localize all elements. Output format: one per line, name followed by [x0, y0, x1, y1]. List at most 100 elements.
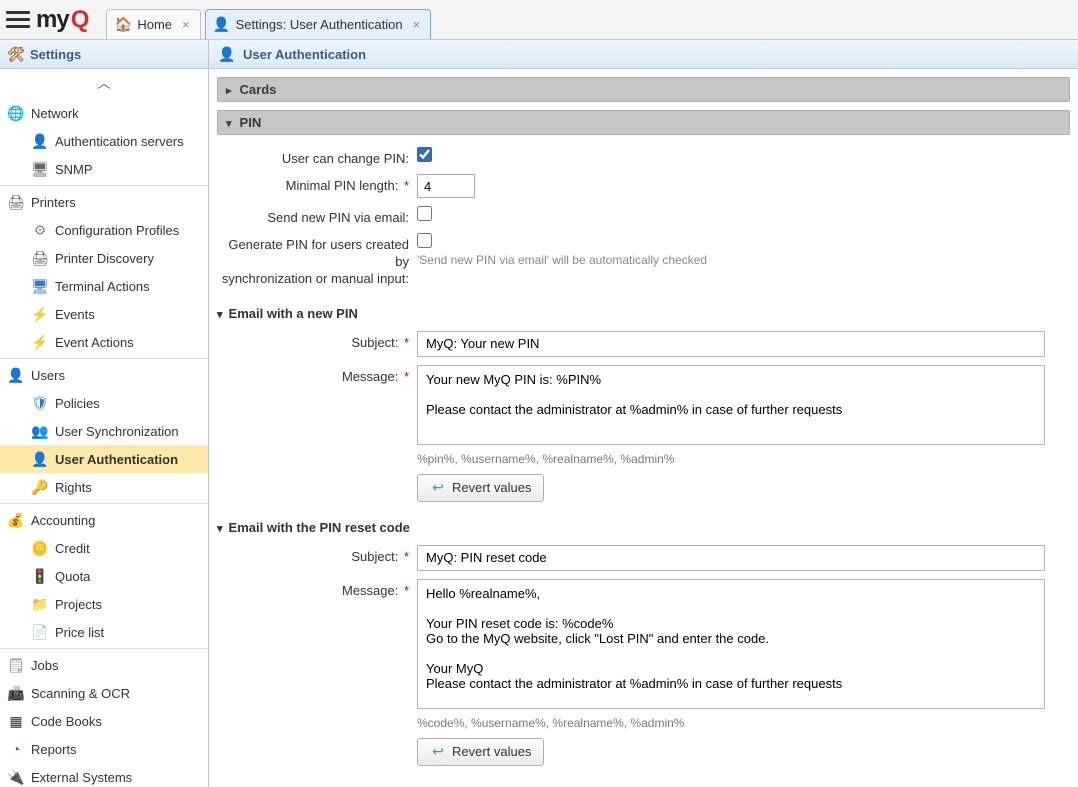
- globe-icon: 🌐: [8, 105, 24, 121]
- user-icon: 👤: [8, 367, 24, 383]
- section-pin[interactable]: PIN: [217, 110, 1070, 135]
- subsection-email-new-pin[interactable]: Email with a new PIN: [217, 306, 1070, 321]
- tab-label: Home: [137, 17, 172, 32]
- sidebar-item-rights[interactable]: 🔑Rights: [0, 473, 208, 501]
- button-label: Revert values: [452, 744, 531, 759]
- plug-icon: 🔌: [8, 769, 24, 785]
- textarea-new-pin-message[interactable]: [417, 365, 1045, 445]
- sidebar-item-label: Jobs: [31, 658, 58, 673]
- chevron-right-icon: [226, 82, 232, 97]
- page-header: 👤 User Authentication: [209, 40, 1078, 69]
- input-reset-pin-subject[interactable]: [417, 545, 1045, 571]
- sidebar-item-auth-servers[interactable]: 👤Authentication servers: [0, 127, 208, 155]
- sidebar-item-label: Scanning & OCR: [31, 686, 130, 701]
- sidebar-item-user-sync[interactable]: 👥User Synchronization: [0, 417, 208, 445]
- tab-settings-user-auth[interactable]: 👤 Settings: User Authentication ×: [205, 9, 432, 39]
- bolt-icon: ⚡: [32, 334, 48, 350]
- printer-icon: 🖨: [8, 194, 24, 210]
- user-icon: 👤: [32, 133, 48, 149]
- sidebar-item-label: External Systems: [31, 770, 132, 785]
- placeholders-reset-pin: %code%, %username%, %realname%, %admin%: [417, 716, 1070, 730]
- server-icon: 🖥: [32, 161, 48, 177]
- label-min-pin-length: Minimal PIN length:: [286, 178, 399, 193]
- traffic-icon: 🚦: [32, 568, 48, 584]
- textarea-reset-pin-message[interactable]: [417, 579, 1045, 709]
- user-icon: 👤: [32, 451, 48, 467]
- sidebar-item-reports[interactable]: ◔Reports: [0, 735, 208, 763]
- label-generate-pin-l2: synchronization or manual input:: [217, 271, 409, 288]
- revert-reset-pin-button[interactable]: ↩ Revert values: [417, 738, 544, 766]
- sidebar-item-snmp[interactable]: 🖥 SNMP: [0, 155, 208, 183]
- menu-icon[interactable]: [6, 8, 30, 32]
- sidebar-item-policies[interactable]: 🛡 Policies: [0, 389, 208, 417]
- tab-label: Settings: User Authentication: [236, 17, 403, 32]
- key-icon: 🔑: [32, 479, 48, 495]
- chevron-down-icon: [217, 306, 223, 321]
- sidebar-item-config-profiles[interactable]: ⚙Configuration Profiles: [0, 216, 208, 244]
- bolt-icon: ⚡: [32, 306, 48, 322]
- label-generate-pin-l1: Generate PIN for users created by: [217, 237, 409, 271]
- tab-home[interactable]: 🏠 Home ×: [106, 9, 200, 39]
- sidebar-item-event-actions[interactable]: ⚡Event Actions: [0, 328, 208, 356]
- sidebar-item-user-authentication[interactable]: 👤User Authentication: [0, 445, 208, 473]
- input-new-pin-subject[interactable]: [417, 331, 1045, 357]
- jobs-icon: 🗒: [8, 657, 24, 673]
- label-user-can-change-pin: User can change PIN:: [217, 147, 417, 166]
- sidebar-item-label: Projects: [55, 597, 102, 612]
- sidebar-item-users[interactable]: 👤 Users: [0, 361, 208, 389]
- label-send-pin-email: Send new PIN via email:: [217, 206, 417, 225]
- sidebar-item-network[interactable]: 🌐 Network: [0, 99, 208, 127]
- scroll-up-icon[interactable]: ︿: [0, 69, 208, 97]
- wrench-icon: 🛠: [8, 46, 24, 62]
- sidebar-item-scanning-ocr[interactable]: 📠Scanning & OCR: [0, 679, 208, 707]
- subsection-title: Email with the PIN reset code: [229, 520, 410, 535]
- code-icon: ▦: [8, 713, 24, 729]
- app-logo: myQ: [36, 6, 88, 34]
- chevron-down-icon: [217, 520, 223, 535]
- revert-new-pin-button[interactable]: ↩ Revert values: [417, 474, 544, 502]
- sidebar-item-label: Network: [31, 106, 79, 121]
- sidebar-item-printers[interactable]: 🖨Printers: [0, 188, 208, 216]
- placeholders-new-pin: %pin%, %username%, %realname%, %admin%: [417, 452, 1070, 466]
- price-icon: 📄: [32, 624, 48, 640]
- sidebar-item-events[interactable]: ⚡Events: [0, 300, 208, 328]
- section-cards[interactable]: Cards: [217, 77, 1070, 102]
- sidebar-item-credit[interactable]: 🪙Credit: [0, 534, 208, 562]
- subsection-email-reset-pin[interactable]: Email with the PIN reset code: [217, 520, 1070, 535]
- shield-icon: 🛡: [32, 395, 48, 411]
- sidebar-item-label: Price list: [55, 625, 104, 640]
- sidebar-item-price-list[interactable]: 📄 Price list: [0, 618, 208, 646]
- sidebar-item-jobs[interactable]: 🗒 Jobs: [0, 651, 208, 679]
- sidebar-item-quota[interactable]: 🚦 Quota: [0, 562, 208, 590]
- top-bar: myQ 🏠 Home × 👤 Settings: User Authentica…: [0, 0, 1078, 40]
- checkbox-user-can-change-pin[interactable]: [417, 147, 432, 162]
- subsection-title: Email with a new PIN: [229, 306, 358, 321]
- sidebar-item-label: SNMP: [55, 162, 93, 177]
- sidebar-item-label: Configuration Profiles: [55, 223, 179, 238]
- sidebar: 🛠 Settings ︿ 🌐Network 👤Authentication se…: [0, 40, 209, 787]
- sidebar-item-accounting[interactable]: 💰Accounting: [0, 506, 208, 534]
- sidebar-item-projects[interactable]: 📁Projects: [0, 590, 208, 618]
- revert-icon: ↩: [430, 480, 446, 496]
- input-min-pin-length[interactable]: [417, 174, 475, 198]
- sidebar-item-code-books[interactable]: ▦Code Books: [0, 707, 208, 735]
- sidebar-item-label: User Synchronization: [55, 424, 179, 439]
- close-icon[interactable]: ×: [182, 17, 190, 32]
- checkbox-generate-pin[interactable]: [417, 233, 432, 248]
- hint-generate-pin: 'Send new PIN via email' will be automat…: [417, 253, 1070, 267]
- label-message: Message:: [342, 583, 398, 598]
- sidebar-item-printer-discovery[interactable]: 🖨Printer Discovery: [0, 244, 208, 272]
- sidebar-item-label: Users: [31, 368, 65, 383]
- sidebar-item-external-systems[interactable]: 🔌 External Systems: [0, 763, 208, 787]
- user-icon: 👤: [214, 17, 230, 33]
- sidebar-item-label: Policies: [55, 396, 100, 411]
- sidebar-item-terminal-actions[interactable]: 🖥Terminal Actions: [0, 272, 208, 300]
- sidebar-item-label: Terminal Actions: [55, 279, 150, 294]
- home-icon: 🏠: [115, 17, 131, 33]
- checkbox-send-pin-email[interactable]: [417, 206, 432, 221]
- logo-text: my: [36, 6, 69, 34]
- close-icon[interactable]: ×: [413, 17, 421, 32]
- sidebar-item-label: Quota: [55, 569, 90, 584]
- settings-tree: 🌐 Network 👤Authentication servers 🖥 SNMP 🖨…: [0, 97, 208, 787]
- button-label: Revert values: [452, 480, 531, 495]
